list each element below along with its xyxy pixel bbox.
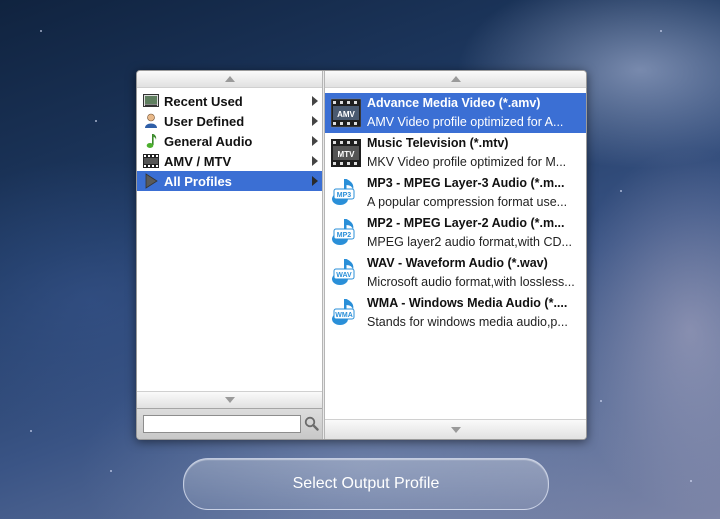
profile-description: MKV Video profile optimized for M... bbox=[367, 155, 567, 169]
profile-description: AMV Video profile optimized for A... bbox=[367, 115, 564, 129]
profile-item-mp2[interactable]: MP2 MP2 - MPEG Layer-2 Audio (*.m... MPE… bbox=[325, 213, 586, 253]
search-icon[interactable] bbox=[304, 416, 319, 431]
profile-item-wav[interactable]: WAV WAV - Waveform Audio (*.wav) Microso… bbox=[325, 253, 586, 293]
select-output-profile-label: Select Output Profile bbox=[292, 475, 440, 492]
profile-list: AMV Advance Media Video (*.amv) AMV Vide… bbox=[325, 93, 586, 333]
category-all-profiles[interactable]: All Profiles bbox=[137, 171, 322, 191]
amv-film-icon: AMV bbox=[331, 98, 361, 128]
chevron-right-icon bbox=[312, 96, 318, 106]
category-label: All Profiles bbox=[164, 173, 232, 189]
search-bar bbox=[137, 408, 322, 439]
category-label: General Audio bbox=[164, 133, 253, 149]
profile-popup: Recent Used User Defined General Audio A… bbox=[136, 70, 587, 440]
category-label: Recent Used bbox=[164, 93, 243, 109]
category-amv-mtv[interactable]: AMV / MTV bbox=[137, 151, 322, 171]
category-user-defined[interactable]: User Defined bbox=[137, 111, 322, 131]
star bbox=[95, 120, 97, 122]
wav-audio-icon: WAV bbox=[332, 259, 355, 285]
profile-item-mp3[interactable]: MP3 MP3 - MPEG Layer-3 Audio (*.m... A p… bbox=[325, 173, 586, 213]
profile-name: Music Television (*.mtv) bbox=[367, 136, 509, 150]
film-icon bbox=[143, 153, 159, 169]
recent-used-icon bbox=[143, 93, 159, 109]
select-output-profile-button[interactable]: Select Output Profile bbox=[183, 458, 549, 510]
category-general-audio[interactable]: General Audio bbox=[137, 131, 322, 151]
mtv-film-icon: MTV bbox=[331, 139, 361, 167]
profile-scroll-down[interactable] bbox=[325, 419, 586, 439]
profile-icon-text: MTV bbox=[338, 150, 356, 159]
chevron-up-icon bbox=[451, 76, 461, 82]
profile-description: Stands for windows media audio,p... bbox=[367, 315, 568, 329]
star bbox=[40, 30, 42, 32]
category-label: User Defined bbox=[164, 113, 245, 129]
star bbox=[600, 400, 602, 402]
mp2-audio-icon: MP2 bbox=[332, 219, 355, 245]
profile-item-mtv[interactable]: MTV Music Television (*.mtv) MKV Video p… bbox=[325, 133, 586, 173]
category-scroll-up[interactable] bbox=[137, 71, 322, 88]
chevron-right-icon bbox=[312, 136, 318, 146]
profile-pane: AMV Advance Media Video (*.amv) AMV Vide… bbox=[324, 71, 586, 439]
profile-description: Microsoft audio format,with lossless... bbox=[367, 275, 575, 289]
profile-item-wma[interactable]: WMA WMA - Windows Media Audio (*.... Sta… bbox=[325, 293, 586, 333]
category-label: AMV / MTV bbox=[164, 153, 232, 169]
chevron-down-icon bbox=[451, 426, 461, 433]
category-pane: Recent Used User Defined General Audio A… bbox=[137, 71, 323, 439]
star bbox=[110, 470, 112, 472]
profile-icon-text: AMV bbox=[337, 110, 355, 119]
user-icon bbox=[143, 113, 159, 129]
category-recent-used[interactable]: Recent Used bbox=[137, 91, 322, 111]
search-input[interactable] bbox=[143, 415, 301, 433]
profile-scroll-up[interactable] bbox=[325, 71, 586, 88]
category-list: Recent Used User Defined General Audio A… bbox=[137, 91, 322, 191]
category-scroll-down[interactable] bbox=[137, 391, 322, 408]
music-note-icon bbox=[143, 133, 159, 149]
star bbox=[690, 480, 692, 482]
star bbox=[620, 190, 622, 192]
profile-description: MPEG layer2 audio format,with CD... bbox=[367, 235, 572, 249]
profile-icon-text: MP3 bbox=[337, 192, 352, 199]
profile-name: MP3 - MPEG Layer-3 Audio (*.m... bbox=[367, 176, 565, 190]
chevron-right-icon bbox=[312, 116, 318, 126]
profile-icon-text: WAV bbox=[336, 272, 352, 279]
wma-audio-icon: WMA bbox=[332, 299, 355, 325]
mp3-audio-icon: MP3 bbox=[332, 179, 355, 205]
profile-name: WMA - Windows Media Audio (*.... bbox=[367, 296, 568, 310]
chevron-up-icon bbox=[224, 76, 235, 82]
profile-name: Advance Media Video (*.amv) bbox=[367, 96, 541, 110]
star bbox=[30, 430, 32, 432]
profile-name: MP2 - MPEG Layer-2 Audio (*.m... bbox=[367, 216, 565, 230]
play-icon bbox=[143, 173, 159, 189]
profile-name: WAV - Waveform Audio (*.wav) bbox=[367, 256, 548, 270]
profile-description: A popular compression format use... bbox=[367, 195, 568, 209]
star bbox=[660, 30, 662, 32]
chevron-right-icon bbox=[312, 156, 318, 166]
profile-item-amv[interactable]: AMV Advance Media Video (*.amv) AMV Vide… bbox=[325, 93, 586, 133]
chevron-down-icon bbox=[224, 397, 235, 403]
profile-icon-text: WMA bbox=[335, 312, 353, 319]
profile-icon-text: MP2 bbox=[337, 232, 352, 239]
chevron-right-icon bbox=[312, 176, 318, 186]
